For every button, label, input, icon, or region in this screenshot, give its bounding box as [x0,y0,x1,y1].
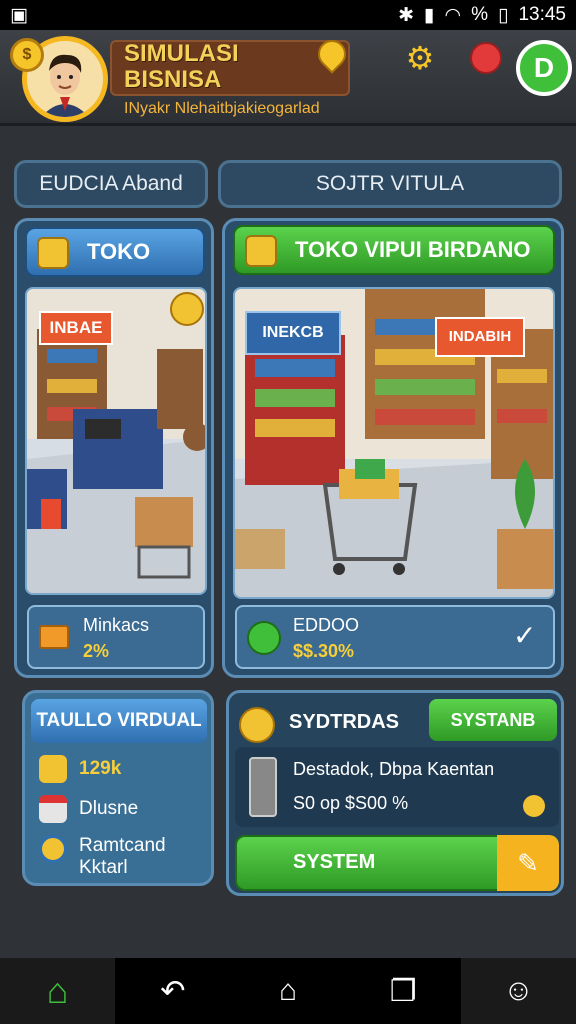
gold-bar-icon [39,625,69,649]
status-time: 13:45 [518,4,566,25]
stat-row-shop: Dlusne [39,795,138,823]
home-icon: ⌂ [46,970,69,1011]
nav-system-home[interactable]: ⌂ [230,958,345,1024]
store-info-left-title: Minkacs [83,615,150,635]
battery-label: % [471,4,488,25]
back-icon: ↶ [160,974,186,1008]
tab-left-label: EUDCIA Aband [39,172,183,195]
game-subtitle: INyakr Nlehaitbjakieogarlad [124,100,320,117]
store-header-right-label: TOKO VIPUI BIRDANO [295,237,531,262]
store-sign-right-1: INEKCB [245,311,341,355]
store-icon [37,237,69,269]
stat-row-compass: Ramtcand Kktarl [39,835,166,879]
store-panel-left: TOKO INBAE Minkacs 2% [14,218,214,678]
nav-back[interactable]: ↶ [115,958,230,1024]
coin-badge-icon: $ [10,38,44,72]
growth-icon [247,621,281,655]
small-coin-icon [523,795,545,817]
store-header-left-label: TOKO [87,239,151,264]
store-header-right[interactable]: TOKO VIPUI BIRDANO [233,225,555,275]
store-premium-icon [245,235,277,267]
stat-compass-line2: Kktarl [79,857,128,878]
stats-panel: TAULLO VIRDUAL 129k Dlusne Ramtcand Kkta… [22,690,214,886]
store-sign-right-2: INDABIH [435,317,525,357]
compass-icon [39,835,67,863]
wifi-icon: ◠ [444,4,462,26]
store-info-left[interactable]: Minkacs 2% [27,605,205,669]
system-desc-title: Destadok, Dbpa Kaentan [293,759,495,779]
bottom-navigation: ⌂ ↶ ⌂ ❐ ☺ [0,958,576,1024]
stats-header: TAULLO VIRDUAL [31,699,207,743]
stat-compass-line1: Ramtcand [79,835,166,856]
profile-icon: ☺ [503,974,534,1007]
tab-right[interactable]: SOJTR VITULA [218,160,562,208]
system-info-box: Destadok, Dbpa Kaentan S0 op $S00 % [235,747,559,827]
nav-profile[interactable]: ☺ [460,958,576,1024]
store-scene-left[interactable]: INBAE [25,287,207,595]
system-button[interactable]: SYSTEM ✎ [235,835,559,891]
settings-gear-icon[interactable]: ⚙ [404,42,436,74]
bluetooth-icon: ✱ [398,4,415,26]
nav-recents[interactable]: ❐ [346,958,461,1024]
game-title-line1: SIMULASI [124,40,239,67]
tab-left[interactable]: EUDCIA Aband [14,160,208,208]
store-header-left[interactable]: TOKO [25,227,205,277]
shop-icon [39,795,67,823]
game-title-line2: BISNISA [124,66,222,93]
system-coin-icon [239,707,275,743]
image-notification-icon: ▣ [10,4,28,26]
house-outline-icon: ⌂ [278,974,298,1007]
store-info-right[interactable]: EDDOO $$.30% ✓ [235,605,555,669]
store-info-left-value: 2% [83,641,110,661]
recents-icon: ❐ [389,974,417,1008]
status-bar: ▣ ✱ ▮ ◠ % ▯ 13:45 [0,0,576,30]
notification-icon[interactable] [470,42,502,74]
store-info-right-title: EDDOO [293,615,360,635]
store-sign-left: INBAE [39,311,113,345]
nav-home[interactable]: ⌂ [0,958,116,1024]
check-icon[interactable]: ✓ [513,619,536,652]
phone-icon [249,757,277,817]
system-action-button[interactable]: SYSTANB [429,699,557,741]
system-button-label: SYSTEM [293,851,376,873]
coin-icon [39,755,67,783]
store-info-right-value: $$.30% [293,641,355,661]
stat-row-coins: 129k [39,755,121,783]
system-desc-value: S0 op $S00 % [293,793,409,813]
system-header: SYDTRDAS [289,711,400,733]
signal-icon: ▮ [424,4,435,26]
stat-shop-label: Dlusne [79,798,139,819]
store-panel-right: TOKO VIPUI BIRDANO INEKCB INDABIH EDDOO … [222,218,564,678]
shop-currency-button[interactable]: D [516,40,572,96]
system-panel: SYDTRDAS SYSTANB Destadok, Dbpa Kaentan … [226,690,564,896]
game-header: $ SIMULASI BISNISA INyakr Nlehaitbjakieo… [0,30,576,126]
stat-coins-value: 129k [79,758,122,779]
battery-icon: ▯ [497,4,509,26]
store-scene-right[interactable]: INEKCB INDABIH [233,287,555,599]
tab-right-label: SOJTR VITULA [315,172,465,195]
pencil-icon: ✎ [497,835,559,891]
